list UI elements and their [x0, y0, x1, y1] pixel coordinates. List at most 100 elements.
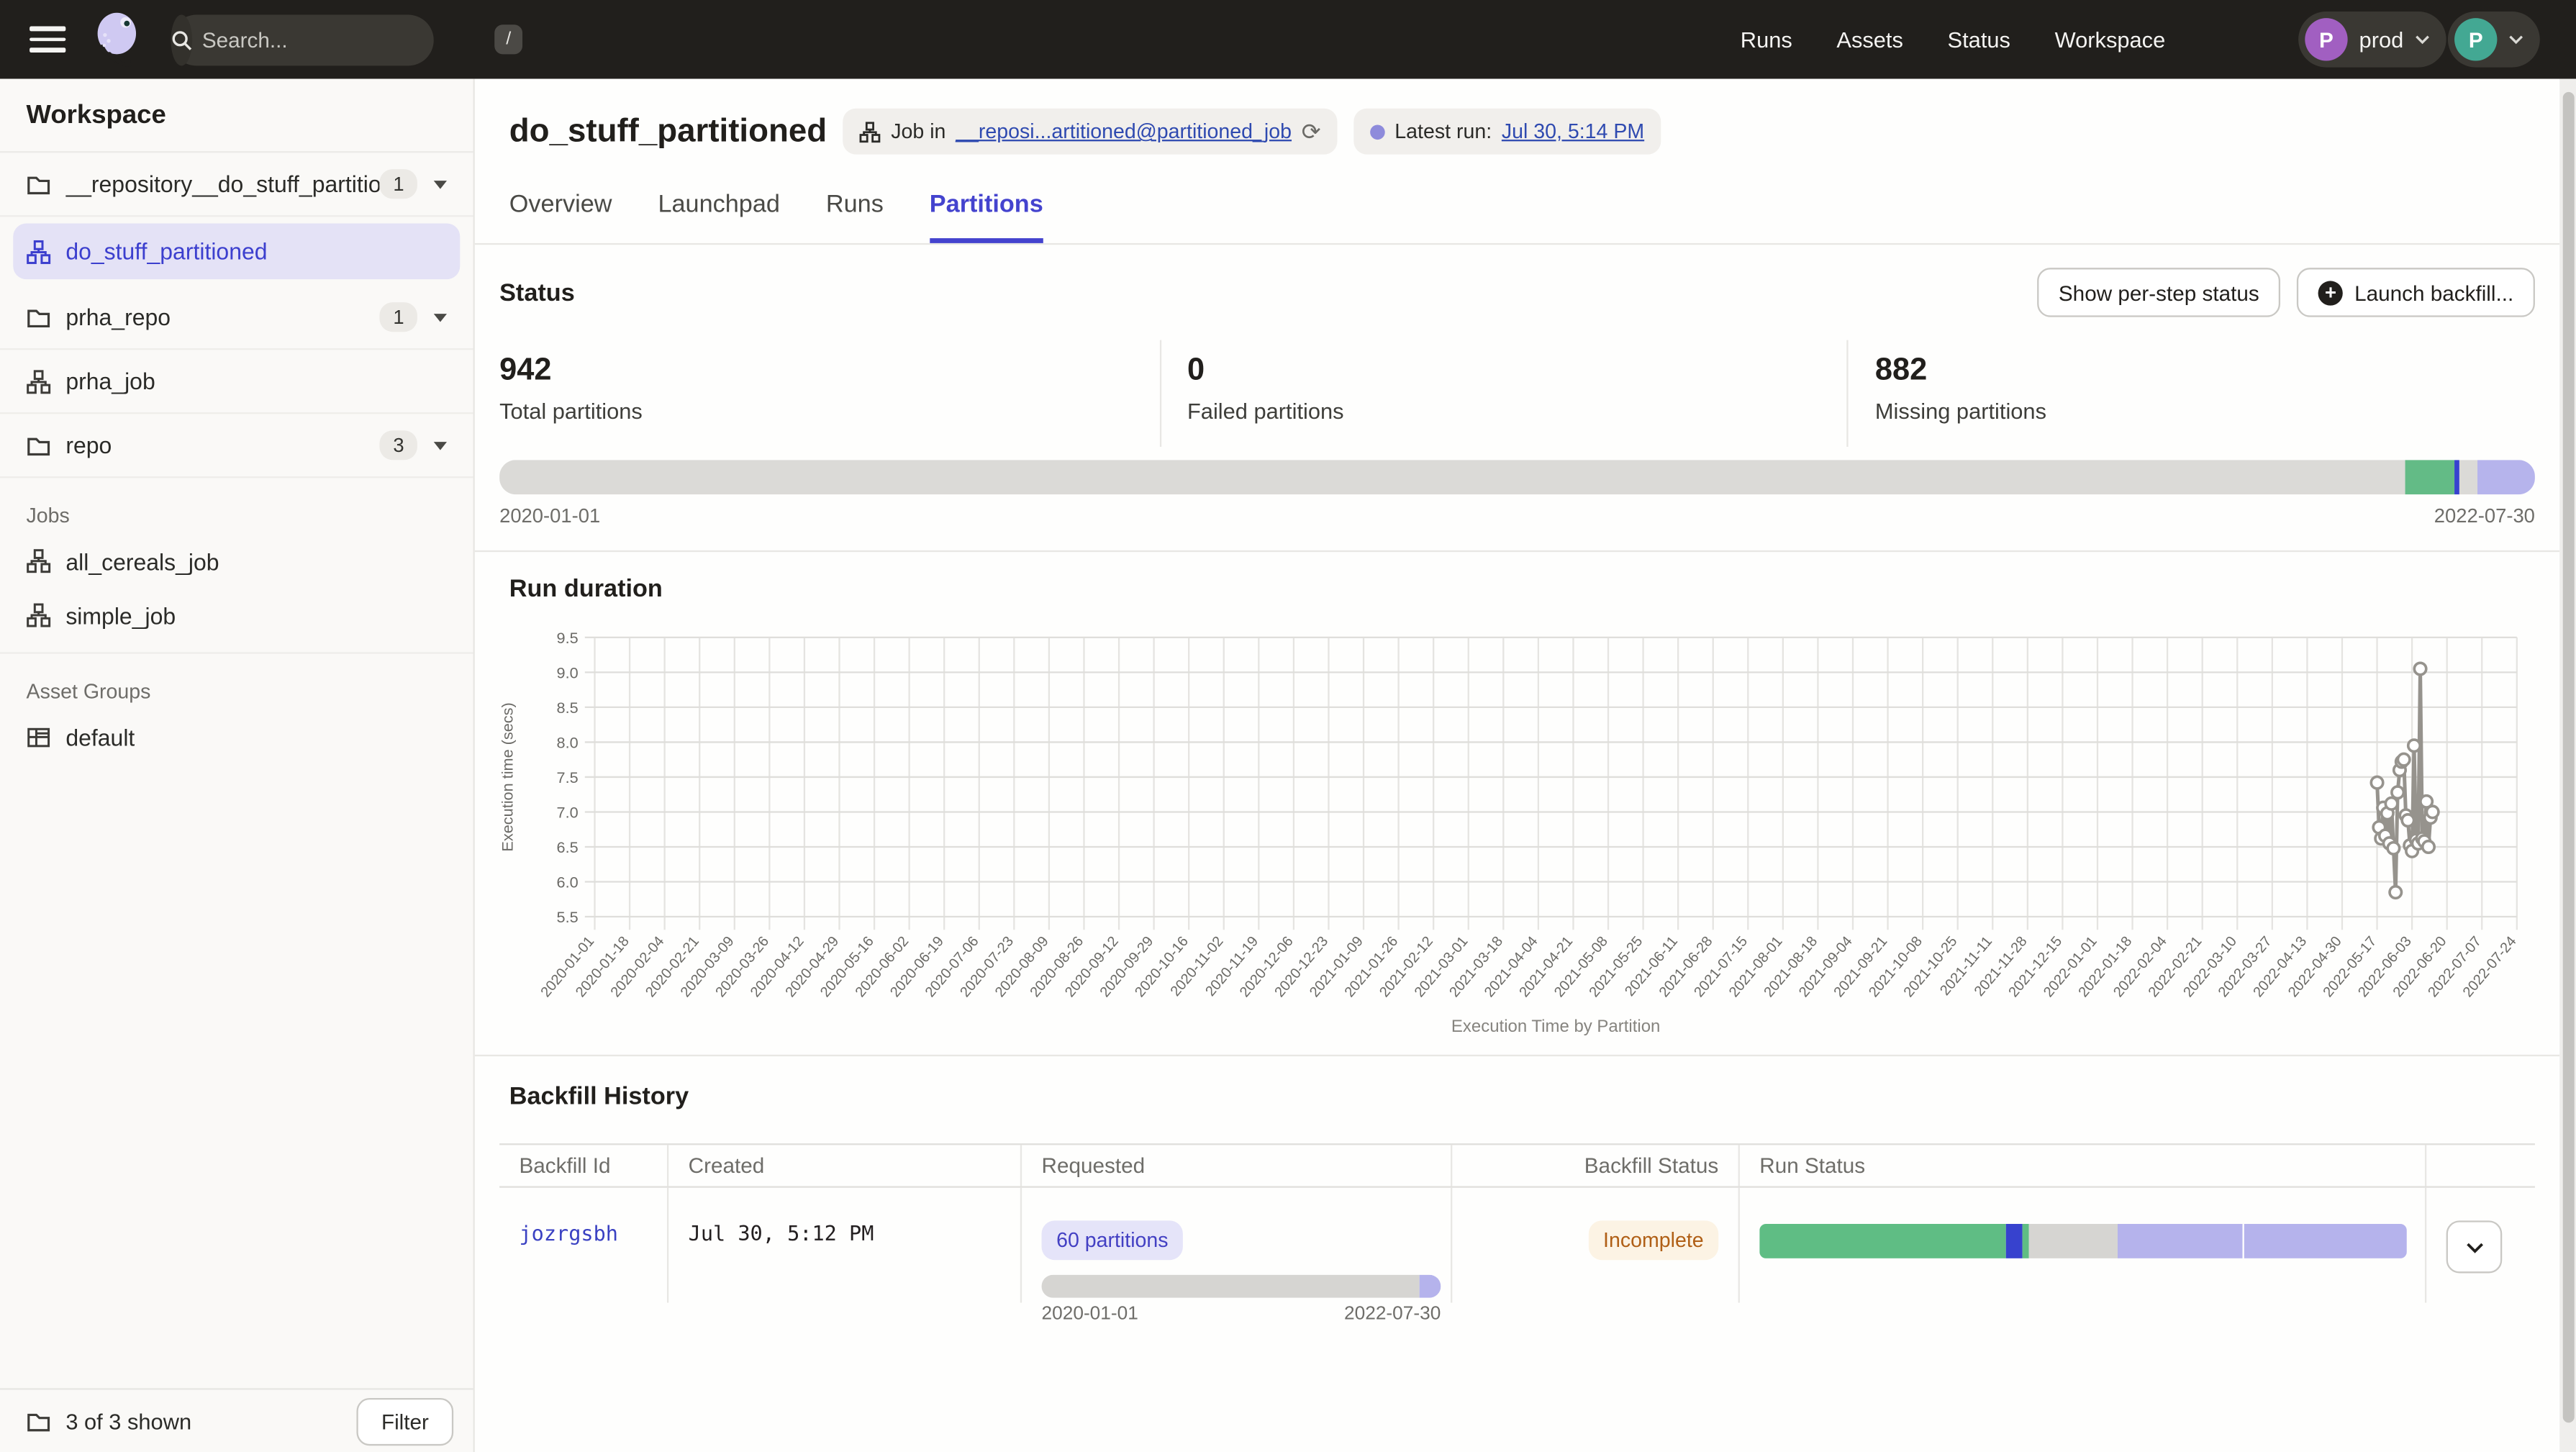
job-icon	[27, 239, 51, 263]
job-label: simple_job	[65, 602, 176, 629]
svg-text:Execution time (secs): Execution time (secs)	[498, 702, 516, 851]
tab-overview[interactable]: Overview	[509, 191, 612, 243]
caret-down-icon[interactable]	[434, 180, 447, 188]
job-tag-link[interactable]: __reposi...artitioned@partitioned_job	[956, 120, 1292, 143]
sidebar-item-label: prha_job	[65, 368, 456, 394]
run-status-bar[interactable]	[1759, 1224, 2407, 1258]
dagster-app: / Runs Assets Status Workspace P prod P …	[0, 0, 2576, 1452]
caret-down-icon[interactable]	[434, 313, 447, 321]
expand-row-button[interactable]	[2446, 1220, 2503, 1273]
svg-text:9.5: 9.5	[557, 629, 579, 647]
caret-down-icon[interactable]	[434, 441, 447, 449]
chevron-down-icon	[2415, 35, 2430, 45]
backfill-status-badge: Incomplete	[1588, 1220, 1718, 1260]
dagster-logo[interactable]	[89, 8, 148, 71]
asset-groups-section-label: Asset Groups	[0, 654, 473, 710]
run-duration-heading: Run duration	[475, 552, 2559, 603]
column-header-created: Created	[668, 1145, 1022, 1186]
deployment-avatar: P	[2305, 18, 2347, 60]
nav-links: Runs Assets Status Workspace	[1741, 27, 2165, 52]
sidebar-item-label: repo	[65, 432, 380, 458]
run-status-dot	[1370, 124, 1385, 139]
backfill-history-heading: Backfill History	[475, 1056, 2559, 1130]
run-duration-chart-area: 2020-01-012020-01-182020-02-042020-02-21…	[493, 616, 2559, 1055]
nav-link-workspace[interactable]: Workspace	[2055, 27, 2166, 52]
partition-end-date: 2022-07-30	[2434, 504, 2535, 527]
requested-end-date: 2022-07-30	[1344, 1304, 1441, 1324]
backfill-id-link[interactable]: jozrgsbh	[519, 1220, 617, 1245]
sidebar-job-all-cereals[interactable]: all_cereals_job	[0, 534, 473, 588]
job-label: all_cereals_job	[65, 548, 219, 574]
repos-shown-count: 3 of 3 shown	[65, 1409, 356, 1433]
asset-group-label: default	[65, 724, 135, 750]
svg-text:8.0: 8.0	[557, 733, 579, 751]
stat-value: 882	[1875, 353, 2535, 389]
stat-label: Total partitions	[499, 399, 1159, 424]
jobs-section-label: Jobs	[0, 478, 473, 534]
sidebar-title: Workspace	[0, 79, 473, 153]
svg-text:6.0: 6.0	[557, 873, 579, 891]
column-header-expand	[2426, 1145, 2531, 1186]
partition-status-bar[interactable]	[499, 460, 2535, 494]
requested-partitions-badge[interactable]: 60 partitions	[1042, 1220, 1184, 1260]
asset-group-icon	[27, 725, 51, 749]
sidebar-asset-group-default[interactable]: default	[0, 709, 473, 763]
show-per-step-status-button[interactable]: Show per-step status	[2037, 268, 2280, 317]
svg-text:9.0: 9.0	[557, 663, 579, 681]
search-box[interactable]: /	[171, 14, 433, 65]
tab-launchpad[interactable]: Launchpad	[658, 191, 780, 243]
job-icon	[860, 121, 881, 142]
folder-icon	[27, 173, 51, 196]
nav-link-assets[interactable]: Assets	[1836, 27, 1903, 52]
folder-icon	[27, 1410, 51, 1433]
search-input[interactable]	[192, 25, 494, 53]
page-title: do_stuff_partitioned	[509, 112, 827, 150]
sidebar-job-simple-job[interactable]: simple_job	[0, 588, 473, 642]
run-duration-chart[interactable]: 2020-01-012020-01-182020-02-042020-02-21…	[493, 616, 2539, 1046]
sidebar-item-prha-repo[interactable]: prha_repo 1	[0, 286, 473, 350]
show-per-step-status-label: Show per-step status	[2059, 280, 2259, 304]
latest-run-prefix: Latest run:	[1394, 120, 1492, 143]
backfill-table: Backfill Id Created Requested Backfill S…	[499, 1143, 2535, 1302]
sidebar-item-do-stuff-partitioned[interactable]: do_stuff_partitioned	[13, 224, 460, 280]
filter-button[interactable]: Filter	[357, 1397, 453, 1445]
stat-total-partitions: 942 Total partitions	[499, 340, 1159, 447]
launch-backfill-button[interactable]: + Launch backfill...	[2297, 268, 2535, 317]
top-nav: / Runs Assets Status Workspace P prod P	[0, 0, 2576, 79]
tab-runs[interactable]: Runs	[826, 191, 884, 243]
svg-text:6.5: 6.5	[557, 838, 579, 856]
sidebar-item-repo[interactable]: repo 3	[0, 414, 473, 478]
requested-bar-dates: 2020-01-01 2022-07-30	[1042, 1304, 1441, 1324]
tab-partitions[interactable]: Partitions	[930, 191, 1043, 243]
nav-link-runs[interactable]: Runs	[1741, 27, 1792, 52]
latest-run-link[interactable]: Jul 30, 5:14 PM	[1502, 120, 1644, 143]
launch-backfill-label: Launch backfill...	[2354, 280, 2513, 304]
user-avatar: P	[2454, 18, 2497, 60]
requested-start-date: 2020-01-01	[1042, 1304, 1138, 1324]
stat-label: Missing partitions	[1875, 399, 2535, 424]
sidebar-item-label: do_stuff_partitioned	[65, 238, 443, 265]
partition-start-date: 2020-01-01	[499, 504, 600, 527]
svg-text:Execution Time by Partition: Execution Time by Partition	[1451, 1017, 1660, 1036]
hamburger-menu-icon[interactable]	[30, 27, 65, 53]
search-shortcut-key: /	[494, 24, 522, 54]
chevron-down-icon	[2465, 1241, 2483, 1253]
user-menu[interactable]: P	[2448, 12, 2540, 68]
svg-text:7.0: 7.0	[557, 803, 579, 821]
main-content: do_stuff_partitioned Job in __reposi...a…	[475, 79, 2559, 1452]
scrollbar-track[interactable]	[2559, 79, 2576, 1452]
job-icon	[27, 369, 51, 394]
svg-text:7.5: 7.5	[557, 768, 579, 786]
sidebar-item-repository-do-stuff[interactable]: __repository__do_stuff_partitio... 1	[0, 153, 473, 217]
scrollbar-thumb[interactable]	[2562, 92, 2574, 1422]
job-icon	[27, 549, 51, 573]
stat-label: Failed partitions	[1187, 399, 1847, 424]
nav-link-status[interactable]: Status	[1948, 27, 2010, 52]
sidebar-item-prha-job[interactable]: prha_job	[0, 350, 473, 414]
reload-icon[interactable]: ⟳	[1302, 117, 1321, 145]
backfill-table-row: jozrgsbh Jul 30, 5:12 PM 60 partitions 2…	[499, 1188, 2535, 1303]
job-tag: Job in __reposi...artitioned@partitioned…	[843, 109, 1337, 155]
stat-missing-partitions: 882 Missing partitions	[1847, 340, 2535, 447]
status-heading: Status	[499, 278, 2037, 307]
deployment-switcher[interactable]: P prod	[2298, 12, 2446, 68]
